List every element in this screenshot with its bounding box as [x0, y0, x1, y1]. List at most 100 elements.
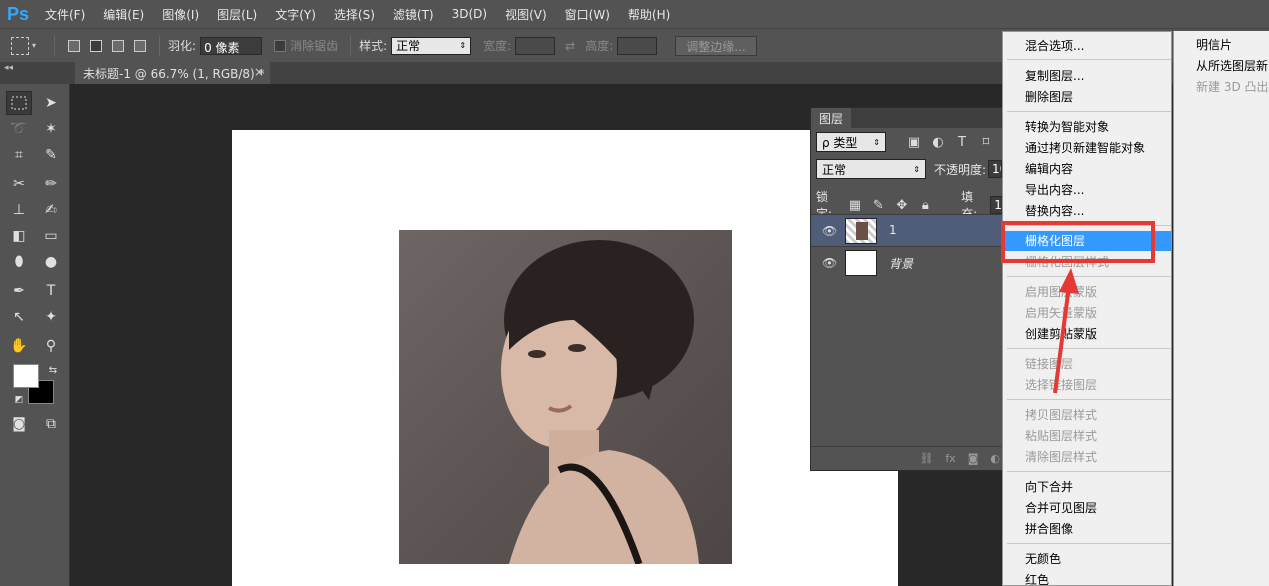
- menu-item-copy-layer-style[interactable]: 拷贝图层样式: [1025, 405, 1097, 425]
- menu-item-red[interactable]: 红色: [1025, 570, 1049, 586]
- layer-row[interactable]: 👁︎ 背景: [811, 246, 1006, 278]
- eye-icon[interactable]: 👁︎: [822, 256, 837, 270]
- hand-tool-icon[interactable]: ✋: [6, 334, 32, 358]
- menu-item-replace-contents[interactable]: 替换内容...: [1025, 201, 1084, 221]
- screen-mode-icon[interactable]: ⧉: [38, 412, 64, 436]
- updown-icon: ⇕: [459, 41, 467, 50]
- layer-row[interactable]: 👁︎ 1: [811, 214, 1006, 246]
- chevron-down-icon[interactable]: ▾: [32, 41, 36, 50]
- mask-icon[interactable]: ◙: [968, 452, 979, 465]
- lasso-tool-icon[interactable]: ➰: [6, 117, 32, 141]
- lock-position-icon[interactable]: ✥: [894, 197, 909, 213]
- width-input[interactable]: [515, 36, 556, 55]
- feather-input[interactable]: 0 像素: [200, 36, 263, 55]
- menu-image[interactable]: 图像(I): [153, 6, 208, 23]
- menu-layer[interactable]: 图层(L): [208, 6, 266, 23]
- height-input[interactable]: [617, 36, 658, 55]
- path-select-icon[interactable]: ↖: [6, 305, 32, 329]
- menu-item-new-3d-extrusion[interactable]: 新建 3D 凸出: [1196, 77, 1269, 97]
- intersect-selection-icon[interactable]: [134, 39, 147, 52]
- marquee-tool-icon[interactable]: [6, 91, 32, 115]
- menu-file[interactable]: 文件(F): [36, 6, 94, 23]
- marquee-preset-icon[interactable]: [11, 36, 29, 55]
- menu-filter[interactable]: 滤镜(T): [384, 6, 443, 23]
- height-label: 高度:: [585, 39, 614, 53]
- blend-mode-select[interactable]: 正常 ⇕: [816, 159, 926, 179]
- collapse-icon[interactable]: ◂◂: [4, 63, 13, 73]
- layers-panel: 图层 ρ 类型⇕ ▣ ◐ T ⌑ 正常⇕ 不透明度: 10 锁定: ▦ ✎ ✥ …: [810, 107, 1006, 471]
- lock-transparent-icon[interactable]: ▦: [847, 197, 862, 213]
- blur-tool-icon[interactable]: ⬮: [6, 250, 32, 274]
- new-selection-icon[interactable]: [68, 39, 81, 52]
- document-tab[interactable]: 未标题-1 @ 66.7% (1, RGB/8) * ×: [75, 62, 270, 84]
- menu-item-flatten-image[interactable]: 拼合图像: [1025, 519, 1073, 539]
- menu-item-merge-visible[interactable]: 合并可见图层: [1025, 498, 1097, 518]
- crop-tool-icon[interactable]: ⌗: [6, 143, 32, 167]
- type-filter-icon[interactable]: T: [954, 134, 970, 150]
- menu-item-new-smart-object-copy[interactable]: 通过拷贝新建智能对象: [1025, 138, 1145, 158]
- history-brush-icon[interactable]: ✍: [38, 198, 64, 222]
- swap-colors-icon[interactable]: ⇆: [40, 358, 66, 382]
- close-icon[interactable]: ×: [254, 65, 264, 79]
- adjustment-layer-icon[interactable]: ◐: [990, 452, 1000, 465]
- menu-3d[interactable]: 3D(D): [443, 7, 496, 21]
- pen-tool-icon[interactable]: ✒: [6, 279, 32, 303]
- swap-icon[interactable]: ⇄: [565, 39, 575, 53]
- zoom-tool-icon[interactable]: ⚲: [38, 334, 64, 358]
- clone-stamp-icon[interactable]: ⊥: [6, 198, 32, 222]
- menu-item-no-color[interactable]: 无颜色: [1025, 549, 1061, 569]
- shape-filter-icon[interactable]: ⌑: [978, 134, 994, 150]
- eye-icon[interactable]: 👁︎: [822, 224, 837, 238]
- menu-item-new-from-selected-layer[interactable]: 从所选图层新: [1196, 56, 1268, 76]
- link-layers-icon[interactable]: ⛓: [919, 452, 933, 465]
- menu-item-export-contents[interactable]: 导出内容...: [1025, 180, 1084, 200]
- menu-item-clear-layer-style[interactable]: 清除图层样式: [1025, 447, 1097, 467]
- add-selection-icon[interactable]: [90, 39, 103, 52]
- menu-item-convert-smart-object[interactable]: 转换为智能对象: [1025, 117, 1109, 137]
- menu-item-duplicate-layer[interactable]: 复制图层...: [1025, 66, 1084, 86]
- menu-item-delete-layer[interactable]: 删除图层: [1025, 87, 1073, 107]
- menu-item-merge-down[interactable]: 向下合并: [1025, 477, 1073, 497]
- eraser-icon[interactable]: ◧: [6, 224, 32, 248]
- foreground-color-swatch[interactable]: [13, 364, 39, 388]
- menu-edit[interactable]: 编辑(E): [94, 6, 153, 23]
- layers-tab[interactable]: 图层: [811, 108, 852, 128]
- antialias-checkbox[interactable]: [274, 39, 287, 52]
- menu-item-paste-layer-style[interactable]: 粘贴图层样式: [1025, 426, 1097, 446]
- gradient-icon[interactable]: ▭: [38, 224, 64, 248]
- shape-tool-icon[interactable]: ✦: [38, 305, 64, 329]
- menu-item-blending-options[interactable]: 混合选项...: [1025, 36, 1084, 56]
- menu-item-edit-contents[interactable]: 编辑内容: [1025, 159, 1073, 179]
- eyedropper-icon[interactable]: ✎: [38, 143, 64, 167]
- document-canvas[interactable]: [232, 130, 898, 586]
- subtract-selection-icon[interactable]: [112, 39, 125, 52]
- menu-item-postcard[interactable]: 明信片: [1196, 35, 1232, 55]
- type-tool-icon[interactable]: T: [38, 279, 64, 303]
- quick-mask-icon[interactable]: ◙: [6, 412, 32, 436]
- lock-all-icon[interactable]: 🔒︎: [918, 197, 933, 213]
- menu-window[interactable]: 窗口(W): [556, 6, 619, 23]
- move-tool-icon[interactable]: ➤: [38, 91, 64, 115]
- width-label: 宽度:: [483, 39, 512, 53]
- magic-wand-icon[interactable]: ✶: [38, 117, 64, 141]
- menu-select[interactable]: 选择(S): [325, 6, 384, 23]
- menu-type[interactable]: 文字(Y): [266, 6, 325, 23]
- image-filter-icon[interactable]: ▣: [906, 134, 922, 150]
- menu-separator: [1007, 471, 1171, 472]
- opacity-input[interactable]: 10: [988, 160, 1003, 178]
- adjustment-filter-icon[interactable]: ◐: [930, 134, 946, 150]
- document-tab-label: 未标题-1 @ 66.7% (1, RGB/8) *: [83, 67, 265, 81]
- default-colors-icon[interactable]: ◩: [6, 388, 32, 412]
- refine-edge-button[interactable]: 调整边缘...: [675, 35, 757, 56]
- fx-icon[interactable]: fx: [945, 452, 955, 465]
- healing-brush-icon[interactable]: ✂: [6, 172, 32, 196]
- style-select[interactable]: 正常 ⇕: [391, 36, 472, 55]
- menu-separator: [1007, 348, 1171, 349]
- brush-tool-icon[interactable]: ✏: [38, 172, 64, 196]
- menu-help[interactable]: 帮助(H): [619, 6, 679, 23]
- lock-pixels-icon[interactable]: ✎: [871, 197, 886, 213]
- menu-view[interactable]: 视图(V): [496, 6, 556, 23]
- dodge-tool-icon[interactable]: ●: [38, 250, 64, 274]
- layer-filter-select[interactable]: ρ 类型 ⇕: [816, 132, 886, 152]
- divider: [159, 35, 161, 56]
